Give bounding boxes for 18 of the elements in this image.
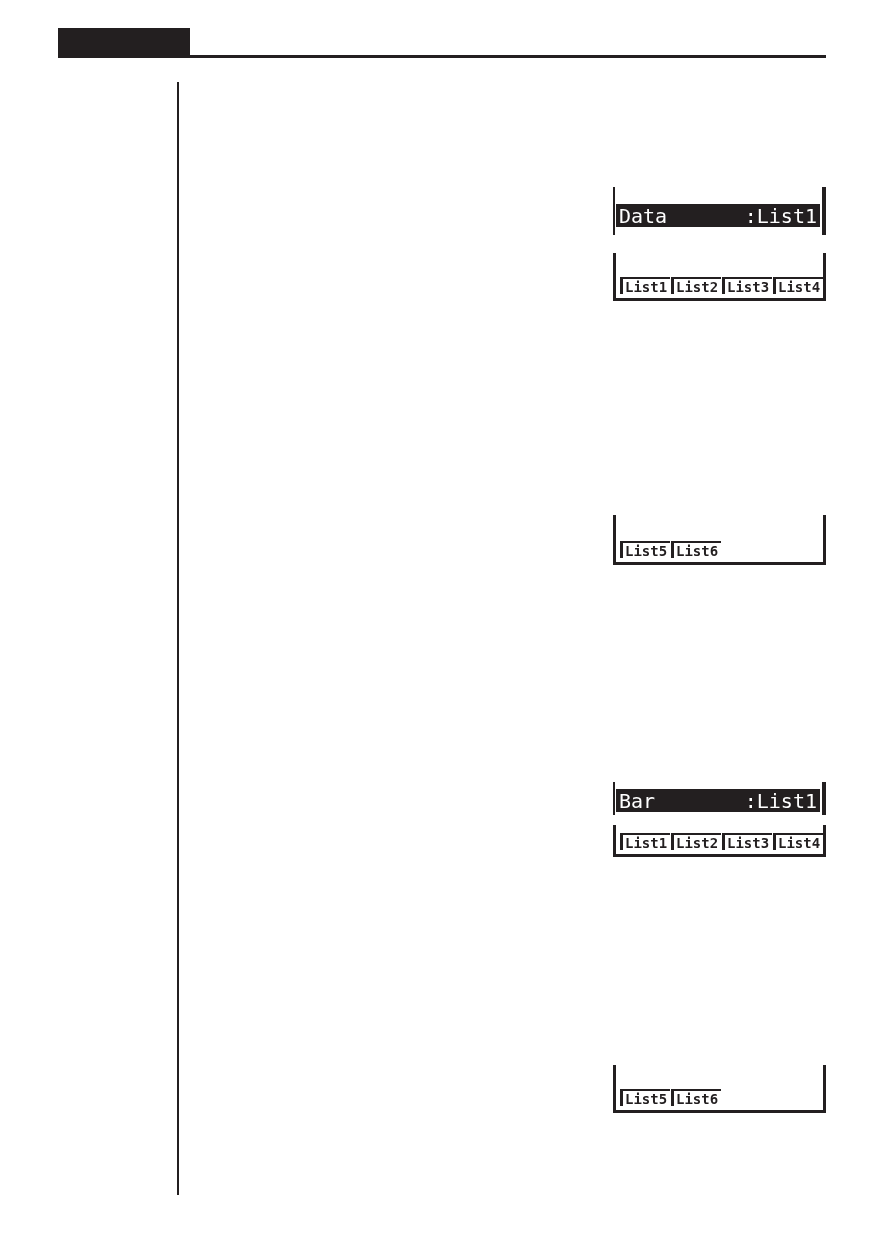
setting-row[interactable]: Data :List1 [616,204,820,227]
setting-label: Data [619,205,668,226]
setting-value: :List1 [744,790,817,811]
function-key-tab[interactable]: List6 [671,541,721,558]
setting-value: :List1 [744,205,817,226]
function-key-tab[interactable]: List5 [620,541,670,558]
function-key-tab[interactable]: List5 [620,1089,670,1106]
function-key-tab[interactable]: List2 [671,277,721,294]
function-key-tab[interactable]: List4 [773,833,823,850]
function-key-tab[interactable]: List3 [722,833,772,850]
setting-row[interactable]: Bar :List1 [616,789,820,812]
function-key-tab[interactable]: List6 [671,1089,721,1106]
function-key-tab[interactable]: List2 [671,833,721,850]
setting-label: Bar [619,790,656,811]
function-key-tab[interactable]: List3 [722,277,772,294]
function-key-tab[interactable]: List1 [620,833,670,850]
function-key-tab[interactable]: List4 [773,277,823,294]
function-key-tab[interactable]: List1 [620,277,670,294]
